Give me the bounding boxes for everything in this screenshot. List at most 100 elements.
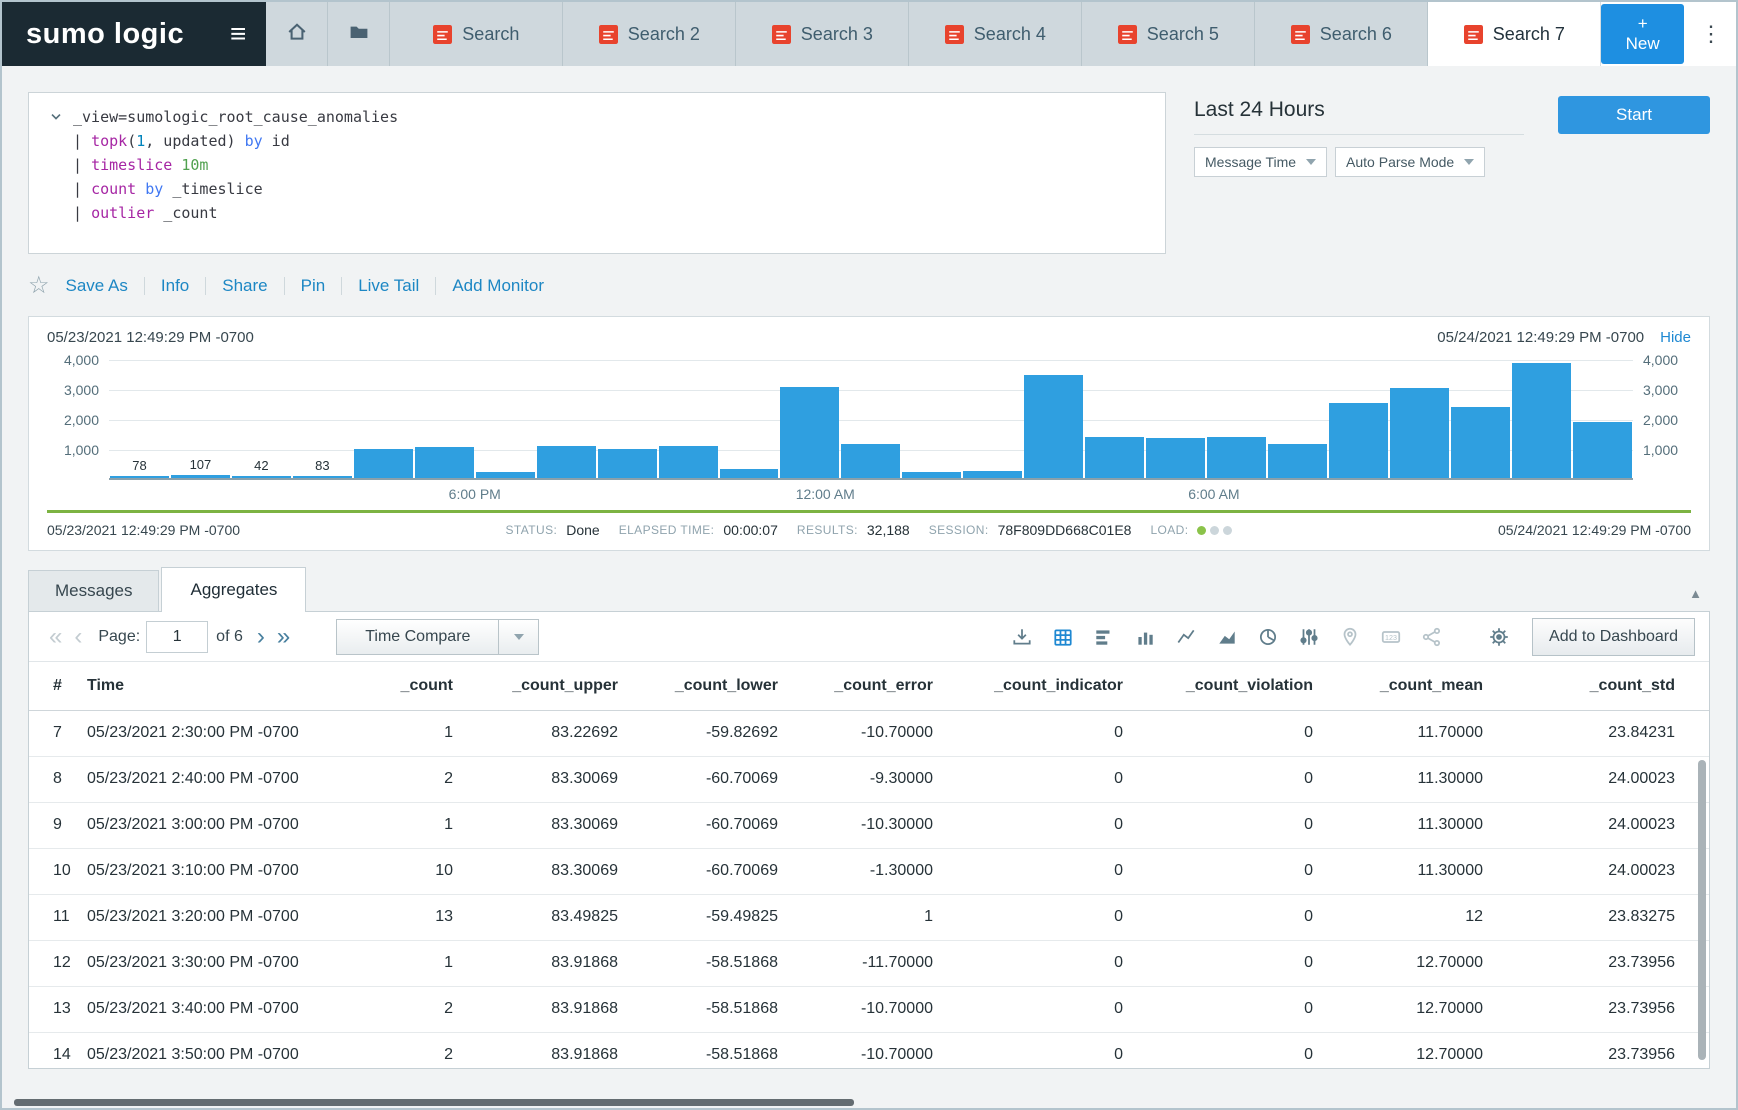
histogram-bar[interactable] (1268, 360, 1327, 478)
table-row[interactable]: 1305/23/2021 3:40:00 PM -0700283.91868-5… (29, 986, 1709, 1032)
histogram-bar[interactable] (841, 360, 900, 478)
tab-aggregates[interactable]: Aggregates (161, 567, 306, 612)
home-tab[interactable] (266, 2, 328, 66)
query-editor[interactable]: _view=sumologic_root_cause_anomalies| to… (73, 105, 398, 241)
horizontal-scrollbar[interactable] (14, 1099, 854, 1106)
collapse-query-icon[interactable] (39, 105, 73, 241)
new-button[interactable]: + New (1601, 4, 1684, 64)
table-row[interactable]: 805/23/2021 2:40:00 PM -0700283.30069-60… (29, 756, 1709, 802)
tab-search-4[interactable]: Search 4 (909, 2, 1082, 66)
first-page-button[interactable]: « (43, 625, 68, 649)
hide-link[interactable]: Hide (1660, 329, 1691, 346)
histogram-bar[interactable] (354, 360, 413, 478)
histogram-bar[interactable] (1573, 360, 1632, 478)
bar-chart-horizontal-icon[interactable] (1093, 626, 1115, 648)
logo: sumo logic ≡ (2, 2, 266, 66)
histogram-bar[interactable] (537, 360, 596, 478)
column-header[interactable]: Time (87, 662, 387, 710)
column-header[interactable]: _count_mean (1347, 662, 1517, 710)
histogram-bar[interactable] (1085, 360, 1144, 478)
table-row[interactable]: 705/23/2021 2:30:00 PM -0700183.22692-59… (29, 710, 1709, 756)
histogram-bar[interactable] (415, 360, 474, 478)
time-compare-dropdown[interactable] (499, 619, 539, 655)
vertical-scrollbar[interactable] (1698, 760, 1706, 1060)
logo-text: sumo logic (26, 18, 184, 51)
histogram-bar[interactable] (780, 360, 839, 478)
library-tab[interactable] (328, 2, 390, 66)
table-row[interactable]: 1405/23/2021 3:50:00 PM -0700283.91868-5… (29, 1032, 1709, 1069)
aggregates-table-body: 705/23/2021 2:30:00 PM -0700183.22692-59… (29, 710, 1709, 1069)
table-view-icon[interactable] (1052, 626, 1074, 648)
table-row[interactable]: 905/23/2021 3:00:00 PM -0700183.30069-60… (29, 802, 1709, 848)
share-link[interactable]: Share (222, 276, 267, 296)
histogram-bar[interactable] (598, 360, 657, 478)
auto-parse-select[interactable]: Auto Parse Mode (1335, 147, 1485, 177)
histogram-plot: 781074283 (109, 360, 1633, 480)
column-header[interactable]: _count_violation (1157, 662, 1347, 710)
table-row[interactable]: 1205/23/2021 3:30:00 PM -0700183.91868-5… (29, 940, 1709, 986)
column-header[interactable]: _count_error (812, 662, 967, 710)
column-header[interactable]: _count (387, 662, 487, 710)
column-header[interactable]: _count_std (1517, 662, 1709, 710)
tab-search-2[interactable]: Search 2 (563, 2, 736, 66)
tab-messages[interactable]: Messages (28, 570, 159, 611)
settings-gear-icon[interactable] (1488, 626, 1510, 648)
export-icon[interactable] (1011, 626, 1033, 648)
line-chart-icon[interactable] (1175, 626, 1197, 648)
histogram-bar[interactable]: 107 (171, 360, 230, 478)
histogram-bar[interactable] (476, 360, 535, 478)
histogram-bar[interactable] (1207, 360, 1266, 478)
tab-search-1[interactable]: Search (390, 2, 563, 66)
histogram-bar[interactable] (1512, 360, 1571, 478)
column-header[interactable]: _count_lower (652, 662, 812, 710)
chart-settings-icon[interactable] (1298, 626, 1320, 648)
save-as-link[interactable]: Save As (66, 276, 128, 296)
table-row[interactable]: 1005/23/2021 3:10:00 PM -07001083.30069-… (29, 848, 1709, 894)
tab-search-3[interactable]: Search 3 (736, 2, 909, 66)
kebab-menu-icon[interactable]: ⋮ (1700, 21, 1722, 47)
histogram-bar[interactable] (659, 360, 718, 478)
area-chart-icon[interactable] (1216, 626, 1238, 648)
start-button[interactable]: Start (1558, 96, 1710, 134)
histogram-bar[interactable] (1390, 360, 1449, 478)
last-page-button[interactable]: » (271, 625, 296, 649)
add-to-dashboard-button[interactable]: Add to Dashboard (1532, 618, 1695, 656)
pie-chart-icon[interactable] (1257, 626, 1279, 648)
histogram-bar[interactable] (1024, 360, 1083, 478)
time-compare-button[interactable]: Time Compare (336, 619, 499, 655)
histogram-bar[interactable] (1146, 360, 1205, 478)
y-axis-label: 1,000 (1643, 442, 1678, 458)
add-monitor-link[interactable]: Add Monitor (452, 276, 544, 296)
histogram-bar[interactable] (1451, 360, 1510, 478)
tab-search-7[interactable]: Search 7 (1428, 2, 1601, 66)
map-view-icon[interactable] (1339, 626, 1361, 648)
info-link[interactable]: Info (161, 276, 189, 296)
histogram-chart: 4,0003,0002,0001,000 781074283 4,0003,00… (47, 360, 1691, 480)
table-row[interactable]: 1105/23/2021 3:20:00 PM -07001383.49825-… (29, 894, 1709, 940)
column-chart-icon[interactable] (1134, 626, 1156, 648)
tab-search-5[interactable]: Search 5 (1082, 2, 1255, 66)
histogram-bar[interactable] (1329, 360, 1388, 478)
previous-page-button[interactable]: ‹ (68, 625, 88, 649)
graph-view-icon[interactable] (1421, 626, 1443, 648)
histogram-bar[interactable] (963, 360, 1022, 478)
histogram-bar[interactable] (720, 360, 779, 478)
live-tail-link[interactable]: Live Tail (358, 276, 419, 296)
menu-icon[interactable]: ≡ (230, 20, 246, 48)
column-header[interactable]: _count_indicator (967, 662, 1157, 710)
histogram-bar[interactable]: 83 (293, 360, 352, 478)
page-number-input[interactable] (146, 621, 208, 653)
next-page-button[interactable]: › (251, 625, 271, 649)
column-header[interactable]: # (29, 662, 87, 710)
histogram-bar[interactable]: 78 (110, 360, 169, 478)
pin-link[interactable]: Pin (301, 276, 326, 296)
time-range-selector[interactable]: Last 24 Hours (1194, 92, 1524, 135)
numeric-view-icon[interactable]: 123 (1380, 626, 1402, 648)
histogram-bar[interactable]: 42 (232, 360, 291, 478)
collapse-panel-icon[interactable]: ▲ (1689, 586, 1702, 601)
column-header[interactable]: _count_upper (487, 662, 652, 710)
message-time-select[interactable]: Message Time (1194, 147, 1327, 177)
tab-search-6[interactable]: Search 6 (1255, 2, 1428, 66)
favorite-star-icon[interactable]: ☆ (28, 274, 50, 298)
histogram-bar[interactable] (902, 360, 961, 478)
